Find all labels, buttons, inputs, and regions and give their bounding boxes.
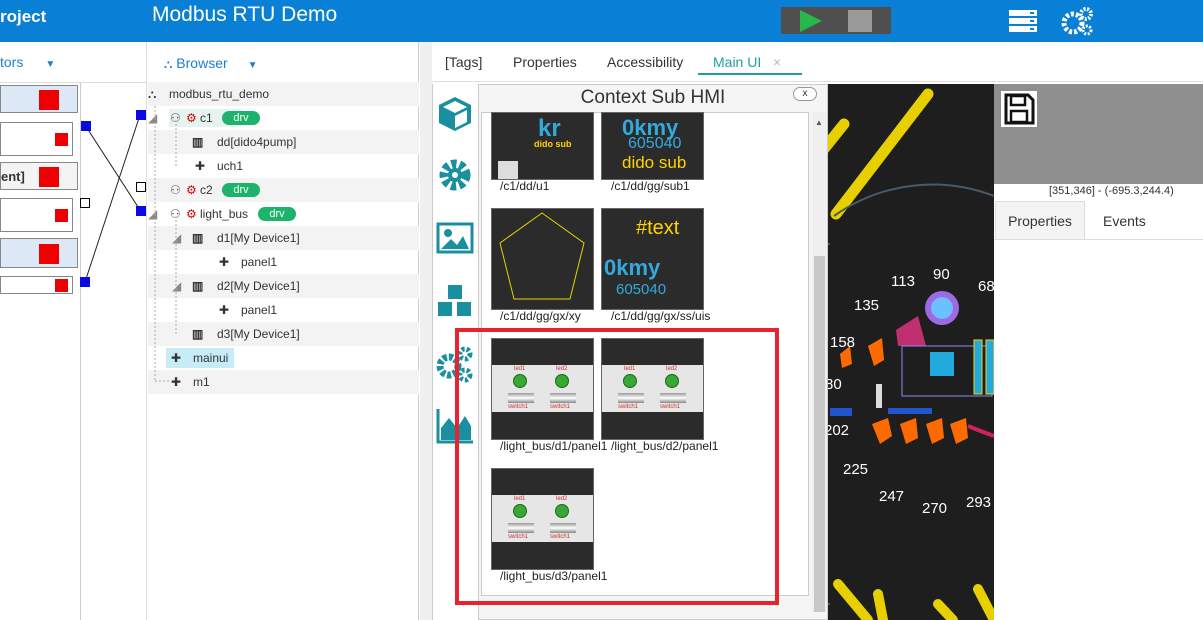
play-button[interactable] <box>800 10 822 32</box>
sub-hmi-path: /c1/dd/u1 <box>500 179 550 193</box>
sub-hmi-thumbnail[interactable]: 0kmy 605040 dido sub <box>601 112 704 180</box>
tree-label: panel1 <box>241 255 278 269</box>
gauge-label: 158 <box>830 334 856 351</box>
left-panel-heading[interactable]: tors ▼ <box>0 54 55 70</box>
divider <box>0 82 147 83</box>
tab-main-ui[interactable]: Main UI <box>713 54 761 70</box>
save-icon[interactable] <box>1001 91 1037 127</box>
port-connector[interactable] <box>136 182 146 192</box>
node-box[interactable] <box>0 276 73 294</box>
divider <box>994 239 1203 240</box>
sub-hmi-thumbnail[interactable] <box>491 208 594 310</box>
tree-label: d1[My Device1] <box>217 231 300 245</box>
tree-lines <box>154 106 177 382</box>
puzzle-icon: ✚ <box>219 255 230 269</box>
gauge-label: 80 <box>828 376 842 393</box>
tab-underline <box>698 73 802 75</box>
gauge-label: 68 <box>978 278 994 295</box>
cube-icon[interactable] <box>435 94 475 134</box>
gauge-label: 293 <box>966 494 992 511</box>
tree-label: uch1 <box>217 159 244 173</box>
gauge-label: 113 <box>891 273 915 290</box>
tree-label: d2[My Device1] <box>217 279 300 293</box>
gauge-label: 225 <box>843 461 869 478</box>
scrollbar-thumb[interactable] <box>814 256 825 612</box>
highlight-box <box>455 328 779 605</box>
tree-label: panel1 <box>241 303 278 317</box>
server-icon[interactable] <box>1009 10 1037 32</box>
cubes-icon[interactable] <box>435 282 475 322</box>
sub-hmi-path: /c1/dd/gg/gx/xy <box>500 309 581 323</box>
sub-hmi-path: /c1/dd/gg/gx/ss/uis <box>611 309 711 323</box>
tab-properties-right[interactable]: Properties <box>995 201 1085 239</box>
tree-label: d3[My Device1] <box>217 327 300 341</box>
coordinate-readout: [351,346] - (-695.3,244.4) <box>1049 185 1174 197</box>
port-connector[interactable] <box>136 110 146 120</box>
gauge-label: 135 <box>854 297 880 314</box>
gauge-label: 247 <box>879 488 905 505</box>
sub-hmi-thumbnail[interactable]: kr dido sub <box>491 112 594 180</box>
gauge-label: 202 <box>828 422 850 439</box>
scroll-up-icon[interactable]: ▲ <box>815 118 823 127</box>
node-label: ent] <box>1 169 25 184</box>
tree-label: dd[dido4pump] <box>217 135 297 149</box>
puzzle-icon: ✚ <box>219 303 230 317</box>
run-controls <box>781 7 891 34</box>
port-connector[interactable] <box>136 206 146 216</box>
status-badge: drv <box>258 207 296 221</box>
status-badge: drv <box>222 183 260 197</box>
gears-icon[interactable] <box>1060 6 1094 36</box>
tab-accessibility[interactable]: Accessibility <box>607 54 683 70</box>
connector-lines <box>84 114 141 283</box>
splitter[interactable] <box>420 42 432 620</box>
gauge-graphic <box>828 88 994 620</box>
gear-icon[interactable] <box>435 155 475 195</box>
port-connector[interactable] <box>81 121 91 131</box>
close-button[interactable]: x <box>793 87 817 101</box>
gauge-label: 270 <box>922 500 948 517</box>
tab-tags[interactable]: [Tags] <box>445 54 482 70</box>
close-icon[interactable]: × <box>773 54 781 70</box>
tab-properties[interactable]: Properties <box>513 54 577 70</box>
status-badge: drv <box>222 111 260 125</box>
browser-heading[interactable]: ⛬ Browser ▼ <box>164 55 258 72</box>
hmi-canvas[interactable]: 90 113 68 135 158 80 202 225 247 270 293 <box>828 84 994 620</box>
image-icon[interactable] <box>435 218 475 258</box>
port-connector[interactable] <box>80 277 90 287</box>
node-box[interactable]: ent] <box>0 162 78 190</box>
node-box[interactable] <box>0 238 78 268</box>
stop-button[interactable] <box>848 10 872 32</box>
node-box[interactable] <box>0 85 78 113</box>
app-title: Modbus RTU Demo <box>152 3 338 26</box>
port-connector[interactable] <box>80 198 90 208</box>
sub-hmi-thumbnail[interactable]: #text 0kmy 605040 <box>601 208 704 310</box>
gauge-label: 90 <box>933 266 950 283</box>
tab-events[interactable]: Events <box>1103 213 1146 229</box>
context-sub-hmi-title: Context Sub HMI <box>580 87 726 108</box>
node-box[interactable] <box>0 198 73 232</box>
node-box[interactable] <box>0 122 73 156</box>
project-title: roject <box>0 7 47 26</box>
sub-hmi-path: /c1/dd/gg/sub1 <box>611 179 690 193</box>
